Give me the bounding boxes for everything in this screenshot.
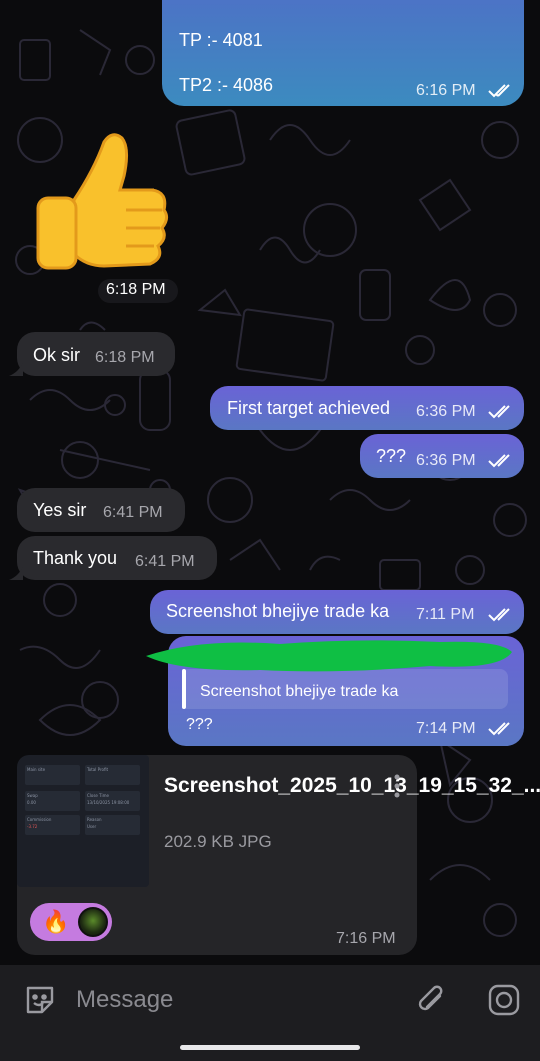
message-time: 7:16 PM (336, 930, 396, 947)
bubble-tail (9, 566, 23, 580)
thumb-text: User (87, 824, 97, 829)
message-time: 7:11 PM (416, 606, 475, 623)
message-text: ??? (186, 716, 213, 733)
message-time: 7:14 PM (416, 720, 476, 737)
file-thumbnail[interactable]: Main site Total Profit Swap Close Time 0… (17, 755, 149, 887)
message-text: Ok sir (33, 345, 80, 365)
thumb-text: Commission (27, 817, 52, 822)
message-text-tp2: TP2 :- 4086 (179, 75, 274, 95)
thumb-text: Reason (87, 817, 102, 822)
home-indicator (180, 1045, 360, 1050)
double-check-icon (488, 84, 510, 98)
more-vertical-icon[interactable] (392, 773, 402, 799)
thumb-text: Close Time (87, 793, 109, 798)
reactor-avatar[interactable] (78, 907, 108, 937)
bubble-tail (9, 362, 23, 376)
thumb-text: 13/10/2025 19:08:00 (87, 800, 130, 805)
thumb-text: 0.00 (27, 800, 36, 805)
sticker-emoji-icon[interactable] (22, 982, 58, 1018)
double-check-icon (488, 454, 510, 468)
message-time: 6:41 PM (135, 553, 195, 570)
message-text: Thank you (33, 548, 118, 568)
camera-icon[interactable] (486, 982, 522, 1018)
fire-reaction-icon[interactable]: 🔥 (42, 909, 69, 935)
message-text-tp: TP :- 4081 (179, 30, 263, 50)
message-text: Screenshot bhejiye trade ka (166, 601, 390, 621)
double-check-icon (488, 405, 510, 419)
message-text: Yes sir (33, 500, 87, 520)
sticker-time: 6:18 PM (106, 281, 166, 298)
message-time: 6:36 PM (416, 452, 476, 469)
thumb-text: -3.72 (27, 824, 38, 829)
attach-paperclip-icon[interactable] (414, 982, 450, 1018)
message-time: 6:16 PM (416, 82, 476, 99)
double-check-icon (488, 722, 510, 736)
thumb-text: Swap (27, 793, 38, 798)
reply-quoted-text: Screenshot bhejiye trade ka (200, 683, 399, 700)
file-name: Screenshot_2025_10_13_19_15_32_... (164, 774, 540, 797)
thumbs-up-sticker[interactable] (34, 130, 170, 275)
message-time: 6:41 PM (103, 504, 163, 521)
thumb-text: Total Profit (87, 767, 109, 772)
file-meta: 202.9 KB JPG (164, 832, 272, 851)
message-time: 6:18 PM (95, 349, 155, 366)
redaction-scribble (146, 640, 512, 672)
thumb-text: Main site (27, 767, 46, 772)
message-text: First target achieved (227, 398, 391, 418)
double-check-icon (488, 608, 510, 622)
message-time: 6:36 PM (416, 403, 476, 420)
message-text: ??? (376, 446, 407, 466)
message-input[interactable]: Message (76, 986, 173, 1014)
